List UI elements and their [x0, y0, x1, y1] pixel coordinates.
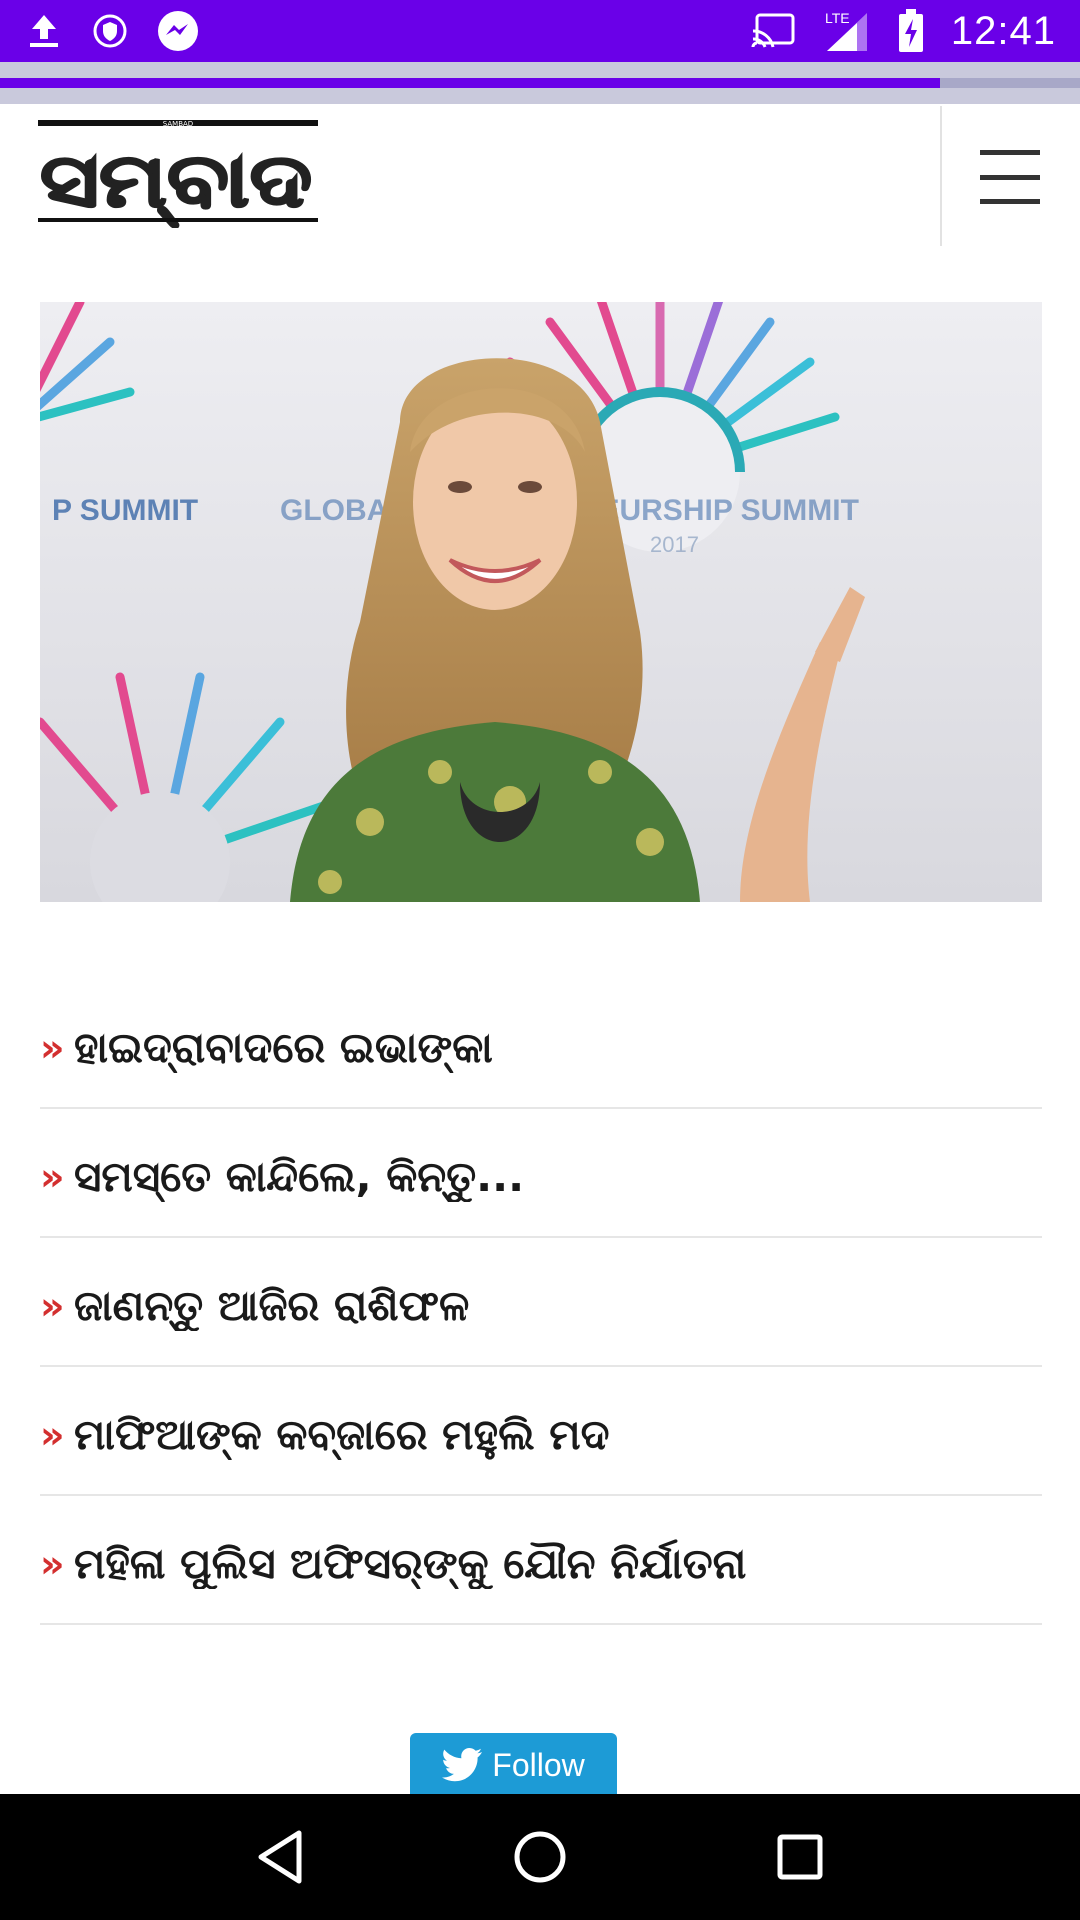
recents-icon: [777, 1834, 823, 1880]
double-chevron-icon: »: [40, 1154, 65, 1199]
upload-icon: [24, 11, 64, 51]
banner-year: 2017: [650, 532, 699, 557]
status-bar: LTE 12:41: [0, 0, 1080, 62]
news-item[interactable]: » ମହିଳା ପୁଲିସ ଅଫିସର୍‌ଙ୍କୁ ଯୌନ ନିର୍ଯାତନା: [40, 1496, 1042, 1625]
news-item[interactable]: » ମାଫିଆଙ୍କ କବ୍ଜାରେ ମହୁଲି ମଦ: [40, 1367, 1042, 1496]
twitter-follow-button[interactable]: Follow: [410, 1733, 617, 1797]
vpn-shield-icon: [90, 11, 130, 51]
status-left: [24, 9, 200, 53]
news-title[interactable]: ହାଇଦ୍ରାବାଦରେ ଇଭାଙ୍କା: [74, 1023, 493, 1073]
news-title[interactable]: ମହିଳା ପୁଲିସ ଅଫିସର୍‌ଙ୍କୁ ଯୌନ ନିର୍ଯାତନା: [74, 1539, 746, 1589]
site-header: SAMBAD ସମ୍ବାଦ: [0, 104, 1080, 246]
home-icon: [514, 1831, 566, 1883]
news-list: » ହାଇଦ୍ରାବାଦରେ ଇଭାଙ୍କା » ସମସ୍ତେ କାନ୍ଦିଲେ…: [40, 980, 1042, 1625]
battery-charging-icon: [897, 9, 925, 53]
news-item[interactable]: » ସମସ୍ତେ କାନ୍ଦିଲେ, କିନ୍ତୁ...: [40, 1109, 1042, 1238]
hamburger-menu-button[interactable]: [980, 150, 1044, 204]
status-right: LTE 12:41: [751, 9, 1056, 54]
menu-line: [980, 174, 1040, 180]
screen: LTE 12:41 SAMBAD ସମ୍ବାଦ P SUMMIT GLOBAL …: [0, 0, 1080, 1920]
hamburger-menu-icon: [980, 150, 1040, 155]
nav-recents-button[interactable]: [760, 1817, 840, 1897]
menu-line: [980, 199, 1040, 204]
twitter-bird-icon: [442, 1748, 483, 1782]
news-title[interactable]: ମାଫିଆଙ୍କ କବ୍ଜାରେ ମହୁଲି ମଦ: [74, 1410, 610, 1460]
logo-text: ସମ୍ବାଦ: [40, 138, 312, 228]
double-chevron-icon: »: [40, 1025, 65, 1070]
cast-icon: [751, 13, 797, 49]
logo-small-text: SAMBAD: [163, 120, 193, 128]
follow-label: Follow: [492, 1746, 585, 1783]
progress-track: [0, 78, 1080, 88]
double-chevron-icon: »: [40, 1412, 65, 1457]
back-icon: [258, 1830, 302, 1884]
nav-home-button[interactable]: [500, 1817, 580, 1897]
news-item[interactable]: » ହାଇଦ୍ରାବାଦରେ ଇଭାଙ୍କା: [40, 980, 1042, 1109]
messenger-icon: [156, 9, 200, 53]
sambad-logo[interactable]: SAMBAD ସମ୍ବାଦ: [38, 118, 318, 229]
system-nav-bar: [0, 1794, 1080, 1920]
status-time: 12:41: [950, 8, 1056, 53]
nav-back-button[interactable]: [240, 1817, 320, 1897]
network-label: LTE: [825, 10, 850, 26]
news-item[interactable]: » ଜାଣନ୍ତୁ ଆଜିର ରାଶିଫଳ: [40, 1238, 1042, 1367]
double-chevron-icon: »: [40, 1541, 65, 1586]
signal-icon: LTE: [823, 9, 871, 53]
page-load-progress: [0, 62, 1080, 104]
progress-fill: [0, 78, 940, 88]
news-title[interactable]: ସମସ୍ତେ କାନ୍ଦିଲେ, କିନ୍ତୁ...: [74, 1152, 524, 1202]
header-divider: [940, 106, 942, 246]
news-title[interactable]: ଜାଣନ୍ତୁ ଆଜିର ରାଶିଫଳ: [74, 1281, 469, 1331]
banner-left-text: P SUMMIT: [52, 494, 198, 527]
hero-news-image[interactable]: P SUMMIT GLOBAL ENTREPRENEURSHIP SUMMIT …: [40, 302, 1042, 902]
double-chevron-icon: »: [40, 1283, 65, 1328]
